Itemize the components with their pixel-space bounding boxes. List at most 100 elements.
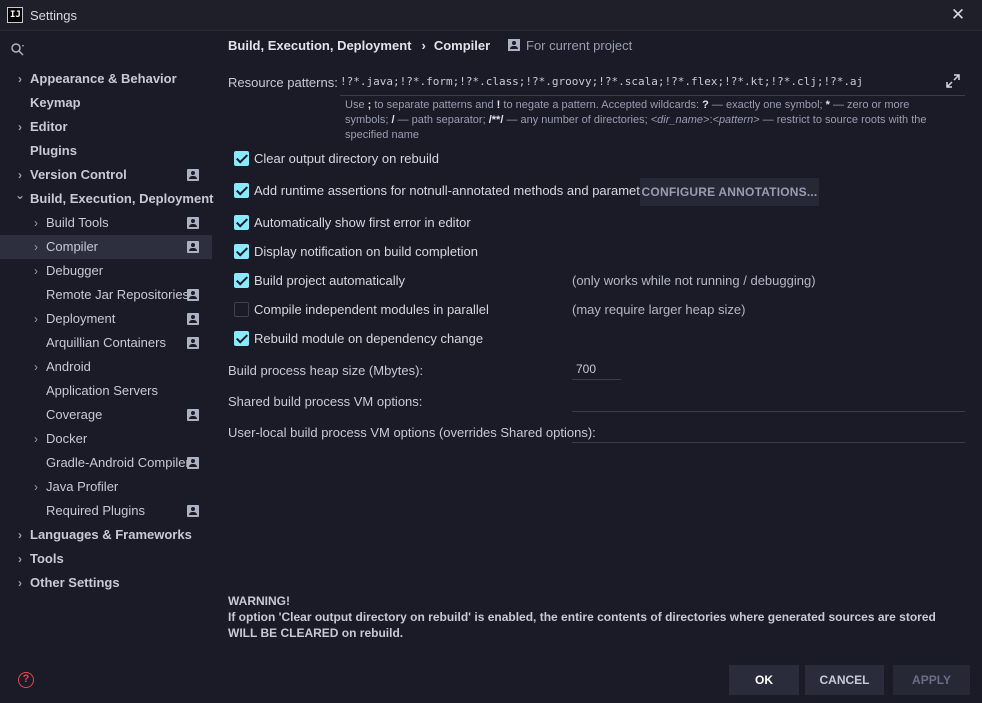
- chevron-down-icon[interactable]: ⌄: [14, 183, 26, 207]
- parallel-note: (may require larger heap size): [572, 302, 746, 317]
- shared-vm-options-input[interactable]: [572, 390, 965, 412]
- sidebar-item-other-settings[interactable]: › Other Settings: [0, 571, 212, 595]
- warning-title: WARNING!: [228, 594, 290, 608]
- rebuild-on-dependency-checkbox[interactable]: [234, 331, 249, 346]
- sidebar-item-application-servers[interactable]: Application Servers: [0, 379, 212, 403]
- sidebar-item-required-plugins[interactable]: Required Plugins: [0, 499, 212, 523]
- sidebar-item-deployment[interactable]: › Deployment: [0, 307, 212, 331]
- resource-patterns-input[interactable]: !?*.java;!?*.form;!?*.class;!?*.groovy;!…: [340, 72, 965, 96]
- sidebar-item-keymap[interactable]: Keymap: [0, 91, 212, 115]
- project-scope-icon: [187, 409, 199, 421]
- chevron-right-icon[interactable]: ›: [30, 355, 42, 379]
- breadcrumb-separator: ›: [421, 38, 426, 53]
- sidebar-item-java-profiler[interactable]: › Java Profiler: [0, 475, 212, 499]
- rebuild-on-dependency-label[interactable]: Rebuild module on dependency change: [254, 330, 483, 348]
- chevron-right-icon[interactable]: ›: [30, 235, 42, 259]
- sidebar-item-label: Deployment: [46, 311, 116, 326]
- compiler-settings-panel: Build, Execution, Deployment › Compiler Fo…: [212, 32, 982, 703]
- chevron-right-icon[interactable]: ›: [30, 475, 42, 499]
- breadcrumb-current: Compiler: [433, 38, 491, 53]
- settings-sidebar: › Appearance & Behavior Keymap › Editor Plugi…: [0, 32, 214, 703]
- heap-size-input[interactable]: 700: [572, 358, 621, 380]
- notify-completion-checkbox[interactable]: [234, 244, 249, 259]
- sidebar-item-android[interactable]: › Android: [0, 355, 212, 379]
- apply-button[interactable]: APPLY: [893, 665, 970, 695]
- build-automatically-checkbox[interactable]: [234, 273, 249, 288]
- project-scope-icon: [187, 313, 199, 325]
- sidebar-item-arquillian-containers[interactable]: Arquillian Containers: [0, 331, 212, 355]
- show-first-error-label[interactable]: Automatically show first error in editor: [254, 214, 471, 232]
- sidebar-item-label: Plugins: [30, 143, 77, 158]
- sidebar-item-label: Version Control: [30, 167, 127, 182]
- chevron-right-icon[interactable]: ›: [14, 67, 26, 91]
- sidebar-item-label: Build Tools: [46, 215, 109, 230]
- sidebar-item-build-execution-deployment[interactable]: ⌄ Build, Execution, Deployment: [0, 187, 214, 211]
- sidebar-item-plugins[interactable]: Plugins: [0, 139, 212, 163]
- notify-completion-label[interactable]: Display notification on build completion: [254, 243, 478, 261]
- sidebar-item-label: Build, Execution, Deployment: [30, 191, 214, 206]
- intellij-logo-icon: IJ: [7, 7, 23, 23]
- configure-annotations-button[interactable]: CONFIGURE ANNOTATIONS...: [640, 178, 819, 206]
- search-icon[interactable]: [10, 41, 26, 57]
- help-icon[interactable]: ?: [18, 672, 34, 688]
- chevron-right-icon[interactable]: ›: [30, 259, 42, 283]
- sidebar-item-appearance-behavior[interactable]: › Appearance & Behavior: [0, 67, 212, 91]
- chevron-right-icon[interactable]: ›: [30, 427, 42, 451]
- parallel-label[interactable]: Compile independent modules in parallel: [254, 301, 489, 319]
- sidebar-item-label: Keymap: [30, 95, 81, 110]
- show-first-error-checkbox[interactable]: [234, 215, 249, 230]
- chevron-right-icon[interactable]: ›: [14, 571, 26, 595]
- project-scope-icon: [187, 505, 199, 517]
- ok-button[interactable]: OK: [729, 665, 799, 695]
- user-vm-options-label: User-local build process VM options (ove…: [228, 425, 596, 440]
- sidebar-item-label: Debugger: [46, 263, 104, 278]
- build-automatically-label[interactable]: Build project automatically: [254, 272, 405, 290]
- clear-output-label[interactable]: Clear output directory on rebuild: [254, 150, 439, 168]
- sidebar-item-debugger[interactable]: › Debugger: [0, 259, 212, 283]
- chevron-right-icon[interactable]: ›: [14, 115, 26, 139]
- project-scope-icon: [508, 39, 520, 51]
- sidebar-item-languages-frameworks[interactable]: › Languages & Frameworks: [0, 523, 212, 547]
- sidebar-item-label: Editor: [30, 119, 68, 134]
- sidebar-item-label: Coverage: [46, 407, 103, 422]
- sidebar-item-version-control[interactable]: › Version Control: [0, 163, 212, 187]
- chevron-right-icon[interactable]: ›: [30, 211, 42, 235]
- chevron-right-icon[interactable]: ›: [14, 547, 26, 571]
- build-automatically-note: (only works while not running / debuggin…: [572, 273, 816, 288]
- sidebar-item-label: Appearance & Behavior: [30, 71, 177, 86]
- runtime-assertions-label[interactable]: Add runtime assertions for notnull-annot…: [254, 182, 658, 200]
- patterns-hint: Use ; to separate patterns and ! to nega…: [345, 99, 927, 141]
- sidebar-item-compiler[interactable]: › Compiler: [0, 235, 212, 259]
- breadcrumb: Build, Execution, Deployment › Compiler: [228, 38, 490, 54]
- heap-size-label: Build process heap size (Mbytes):: [228, 363, 424, 378]
- cancel-button[interactable]: CANCEL: [805, 665, 884, 695]
- project-scope-icon: [187, 217, 199, 229]
- warning-text: If option 'Clear output directory on reb…: [228, 610, 936, 640]
- clear-output-checkbox[interactable]: [234, 151, 249, 166]
- sidebar-item-label: Other Settings: [30, 575, 120, 590]
- chevron-right-icon[interactable]: ›: [14, 523, 26, 547]
- project-scope-icon: [187, 241, 199, 253]
- chevron-right-icon[interactable]: ›: [30, 307, 42, 331]
- close-icon[interactable]: ✕: [946, 4, 970, 26]
- sidebar-item-label: Android: [46, 359, 91, 374]
- sidebar-item-tools[interactable]: › Tools: [0, 547, 212, 571]
- parallel-checkbox[interactable]: [234, 302, 249, 317]
- sidebar-item-label: Gradle-Android Compiler: [46, 455, 190, 470]
- sidebar-item-coverage[interactable]: Coverage: [0, 403, 212, 427]
- sidebar-item-label: Languages & Frameworks: [30, 527, 192, 542]
- breadcrumb-parent: Build, Execution, Deployment: [228, 38, 412, 53]
- sidebar-item-docker[interactable]: › Docker: [0, 427, 212, 451]
- sidebar-item-gradle-android-compiler[interactable]: Gradle-Android Compiler: [0, 451, 212, 475]
- expand-icon[interactable]: [946, 74, 960, 88]
- project-scope-icon: [187, 337, 199, 349]
- scope-indicator: For current project: [508, 38, 632, 54]
- rebuild-warning: WARNING! If option 'Clear output directo…: [228, 593, 963, 641]
- sidebar-item-label: Arquillian Containers: [46, 335, 166, 350]
- user-vm-options-input[interactable]: [572, 421, 965, 443]
- sidebar-item-editor[interactable]: › Editor: [0, 115, 212, 139]
- sidebar-item-label: Tools: [30, 551, 64, 566]
- runtime-assertions-checkbox[interactable]: [234, 183, 249, 198]
- sidebar-item-remote-jar-repositories[interactable]: Remote Jar Repositories: [0, 283, 212, 307]
- sidebar-item-build-tools[interactable]: › Build Tools: [0, 211, 212, 235]
